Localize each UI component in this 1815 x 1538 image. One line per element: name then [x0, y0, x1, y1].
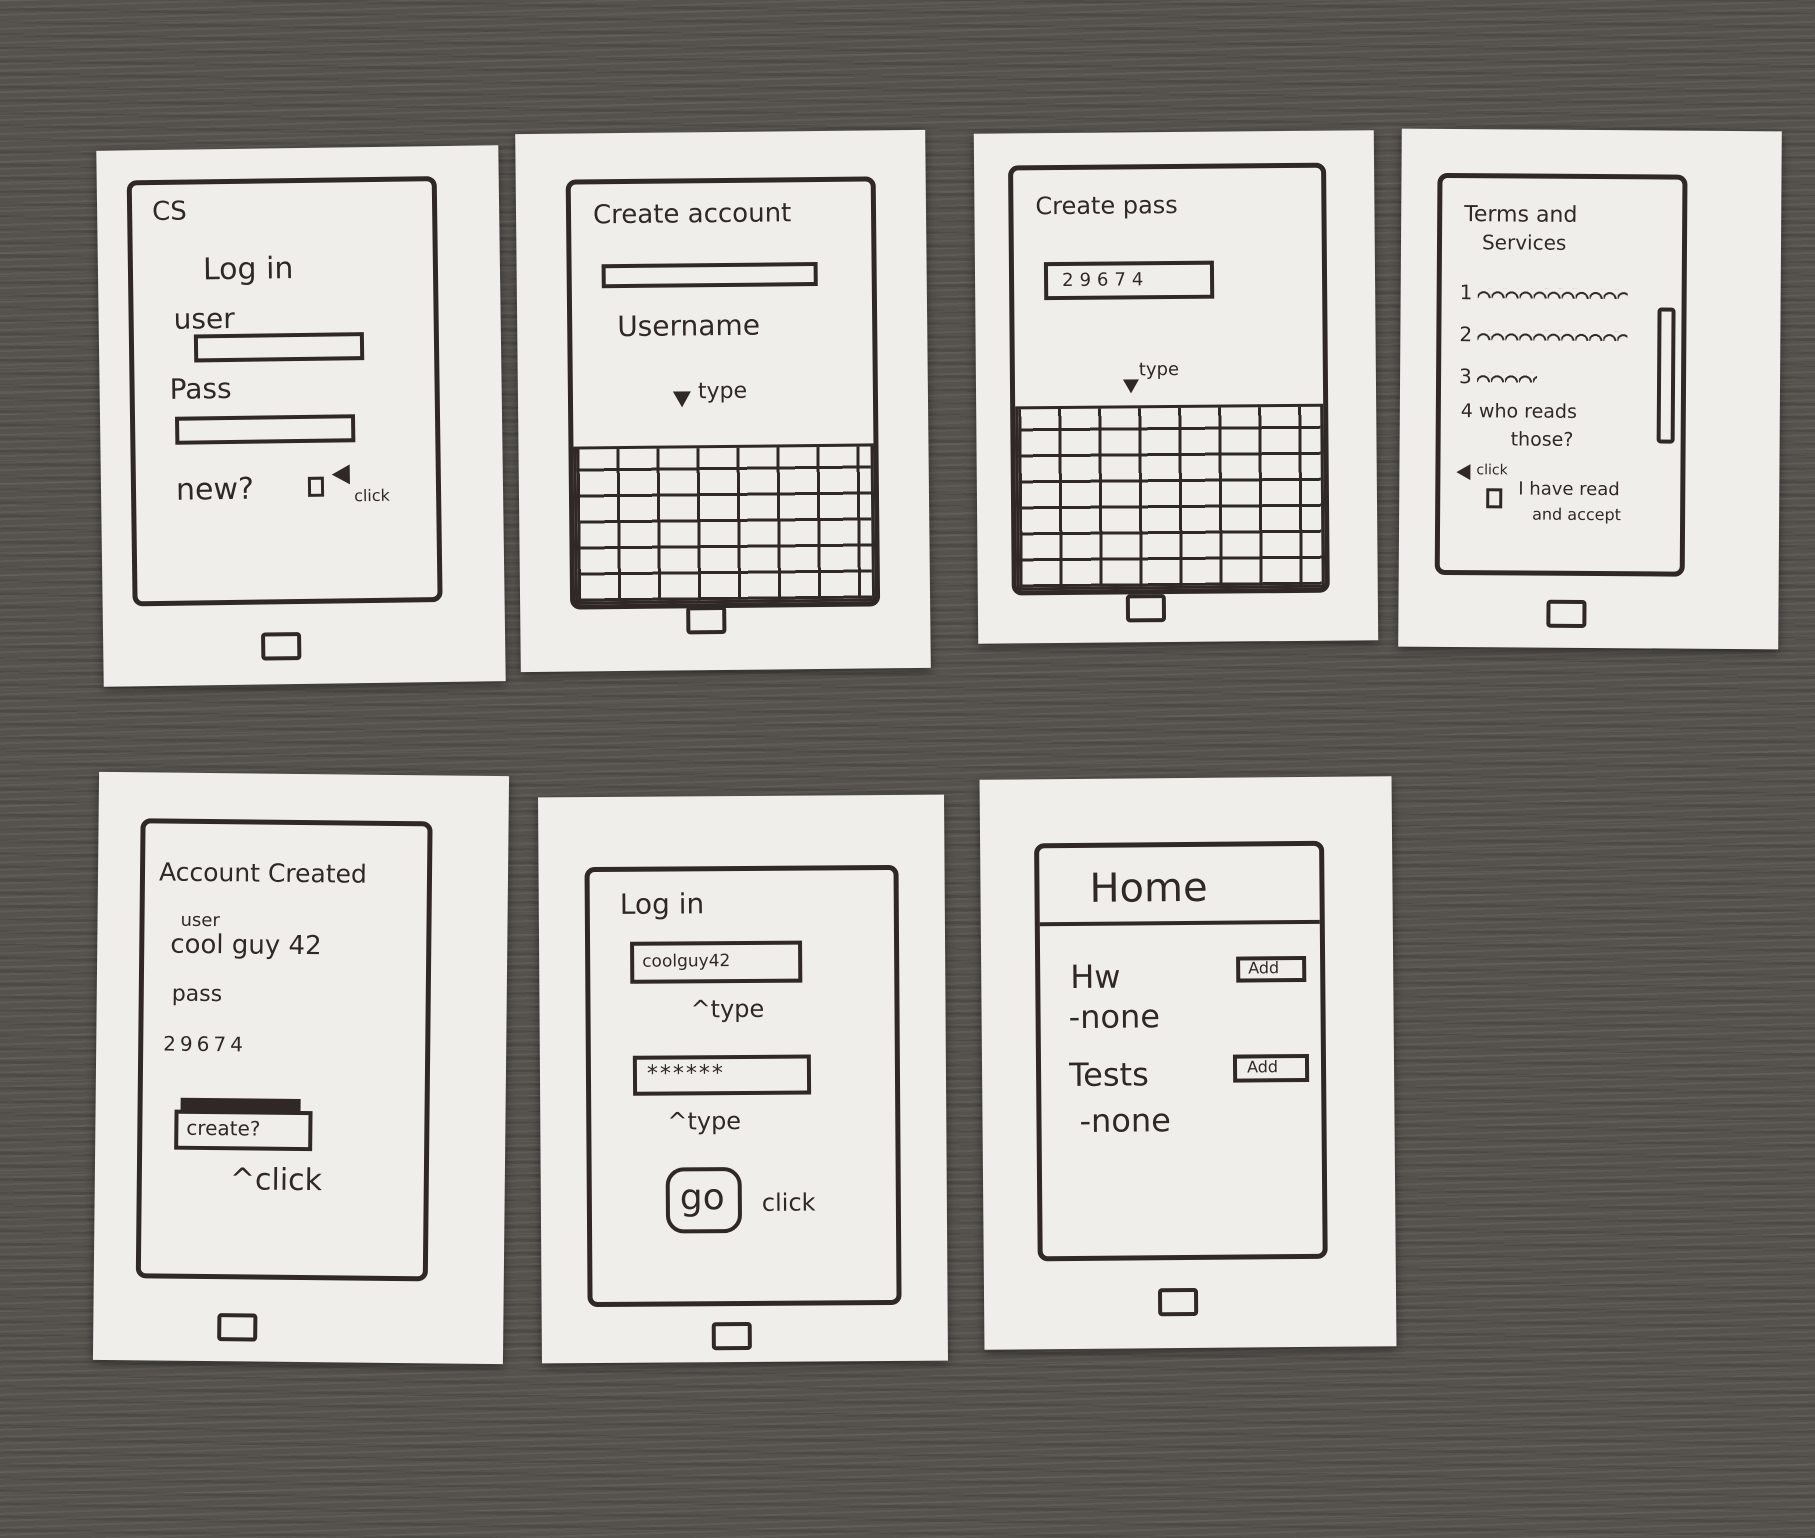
- home-button[interactable]: [1125, 594, 1167, 623]
- phone-screen: Create pass 29674 type: [1008, 162, 1330, 596]
- click-annotation: click: [1476, 462, 1508, 479]
- user-label: user: [180, 909, 220, 932]
- pointer-arrow-icon: [1456, 464, 1471, 481]
- username-caption: Username: [617, 308, 761, 344]
- new-account-label: new?: [175, 471, 255, 508]
- account-created-title: Account Created: [158, 857, 368, 889]
- create-account-title: Create account: [592, 198, 792, 231]
- tests-value: -none: [1079, 1101, 1172, 1140]
- username-value: coolguy42: [642, 951, 731, 972]
- create-pass-title: Create pass: [1035, 190, 1178, 221]
- sketch-card-terms: Terms and Services 1 2 3 4 who reads tho…: [1398, 128, 1782, 650]
- type-annotation: ^type: [690, 994, 765, 1024]
- home-button[interactable]: [711, 1321, 752, 1351]
- sketch-card-create-pass: Create pass 29674 type: [973, 130, 1379, 644]
- terms-title-line1: Terms and: [1464, 202, 1578, 228]
- terms-item-text: [1477, 288, 1628, 300]
- app-title: CS: [151, 196, 188, 228]
- pass-label: Pass: [169, 371, 232, 406]
- go-button-label: go: [679, 1177, 725, 1219]
- terms-item-number: 2: [1459, 322, 1473, 347]
- terms-item-number: 1: [1459, 280, 1473, 305]
- create-button-label: create?: [186, 1115, 261, 1141]
- add-tests-label: Add: [1246, 1057, 1279, 1077]
- terms-item4-line1: 4 who reads: [1460, 400, 1577, 423]
- sketch-card-login-filled: Log in coolguy42 ^type ****** ^type go c…: [538, 794, 948, 1364]
- hw-value: -none: [1068, 997, 1161, 1037]
- click-annotation: ^click: [229, 1162, 323, 1199]
- accept-label-line1: I have read: [1518, 478, 1620, 501]
- click-annotation: click: [353, 485, 390, 506]
- terms-item-text: [1477, 372, 1538, 383]
- sketch-card-create-account: Create account Username type: [515, 129, 931, 673]
- accept-label-line2: and accept: [1532, 504, 1622, 525]
- login-title: Log in: [619, 887, 705, 921]
- terms-item-number: 3: [1459, 364, 1472, 389]
- phone-screen: Home Hw Add -none Tests Add -none: [1034, 840, 1328, 1262]
- sketch-card-home: Home Hw Add -none Tests Add -none: [979, 776, 1397, 1350]
- password-value: 29674: [1061, 269, 1150, 291]
- sketch-card-login: CS Log in user Pass new? click: [96, 145, 506, 687]
- scrollbar[interactable]: [1656, 307, 1676, 444]
- user-value: cool guy 42: [170, 929, 322, 962]
- home-button[interactable]: [1157, 1287, 1199, 1317]
- tests-label: Tests: [1068, 1055, 1149, 1095]
- header-divider: [1039, 919, 1320, 927]
- sketch-card-account-created: Account Created user cool guy 42 pass 29…: [92, 771, 510, 1365]
- terms-item-text: [1477, 330, 1628, 342]
- phone-screen: Terms and Services 1 2 3 4 who reads tho…: [1434, 172, 1688, 577]
- pointer-arrow-icon: [1122, 379, 1140, 394]
- pointer-arrow-icon: [672, 391, 692, 408]
- home-button[interactable]: [686, 605, 727, 635]
- accept-checkbox[interactable]: [1486, 488, 1503, 509]
- pointer-arrow-icon: [331, 464, 350, 485]
- new-account-checkbox[interactable]: [307, 476, 325, 497]
- pass-label: pass: [171, 981, 223, 1008]
- username-field[interactable]: [601, 262, 818, 289]
- click-annotation: click: [761, 1188, 816, 1217]
- type-annotation: type: [697, 378, 748, 405]
- phone-screen: CS Log in user Pass new? click: [126, 176, 443, 607]
- keyboard[interactable]: [1015, 403, 1325, 591]
- keyboard[interactable]: [573, 443, 876, 605]
- terms-title-line2: Services: [1481, 230, 1567, 255]
- type-annotation: type: [1138, 358, 1180, 381]
- password-mask: ******: [646, 1061, 726, 1087]
- home-button[interactable]: [261, 632, 302, 661]
- phone-screen: Create account Username type: [565, 176, 881, 610]
- add-hw-label: Add: [1248, 958, 1280, 978]
- home-button[interactable]: [1546, 599, 1587, 628]
- home-title: Home: [1089, 864, 1208, 912]
- phone-screen: Log in coolguy42 ^type ****** ^type go c…: [584, 864, 902, 1308]
- phone-screen: Account Created user cool guy 42 pass 29…: [135, 818, 433, 1282]
- type-annotation: ^type: [667, 1107, 742, 1136]
- user-field[interactable]: [193, 332, 365, 363]
- home-button[interactable]: [217, 1313, 258, 1342]
- terms-item4-line2: those?: [1510, 428, 1574, 451]
- pass-field[interactable]: [174, 414, 356, 445]
- pass-value: 29674: [163, 1031, 247, 1057]
- user-label: user: [173, 301, 235, 336]
- hw-label: Hw: [1070, 957, 1121, 997]
- login-heading: Log in: [202, 251, 294, 288]
